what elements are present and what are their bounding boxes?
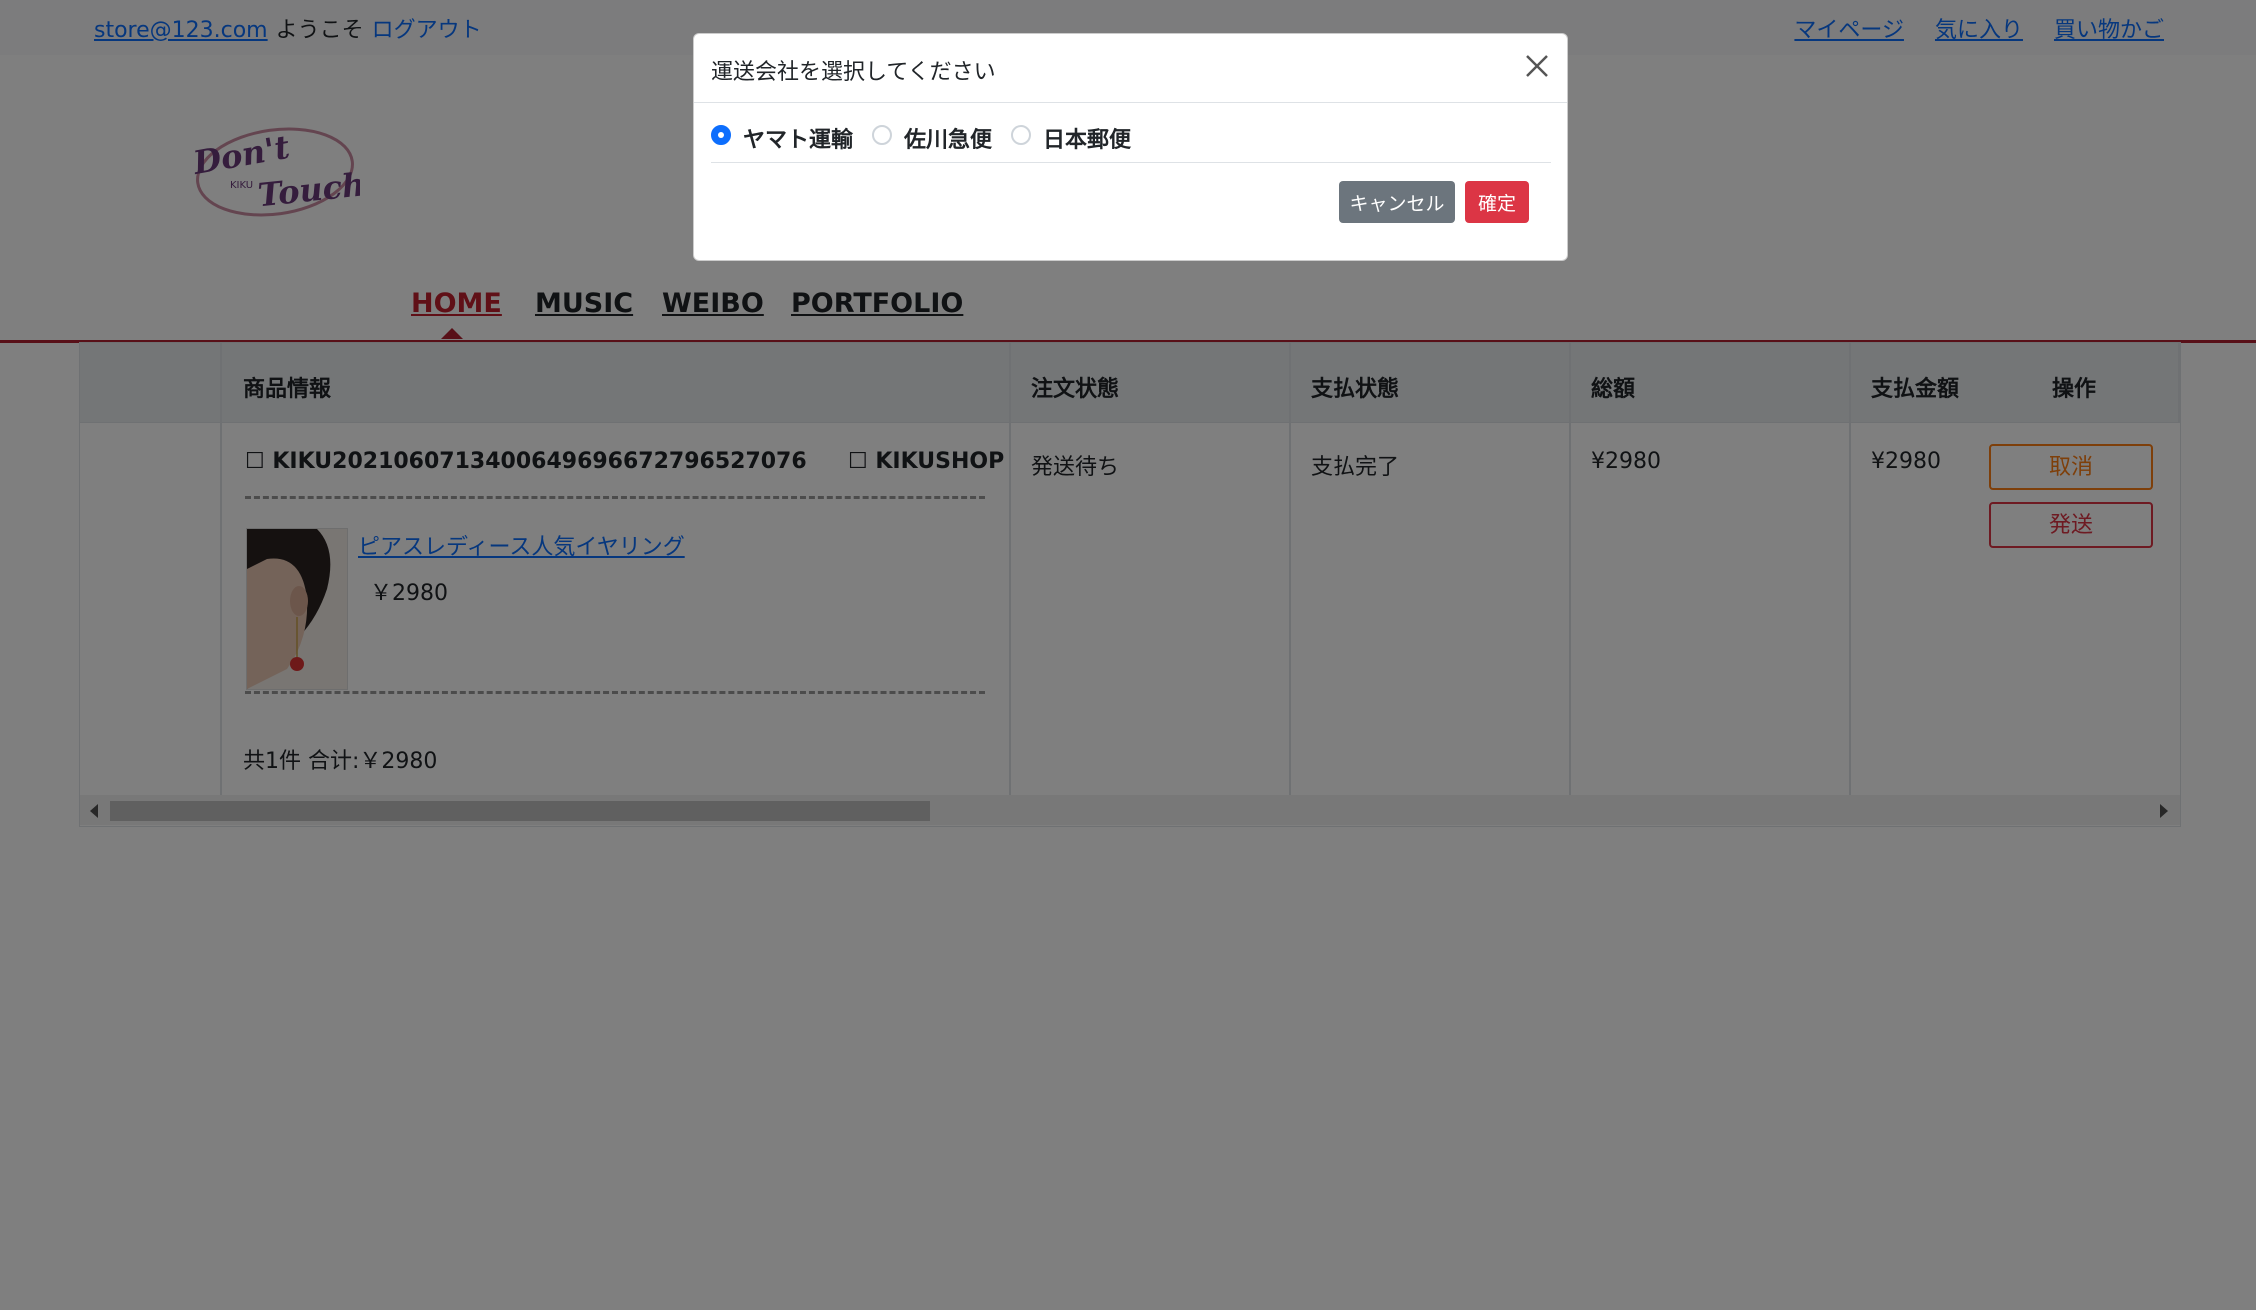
shipping-company-modal: 運送会社を選択してください ヤマト運輸 佐川急便 日本郵便 キャンセル 確定: [693, 33, 1568, 261]
radio-japan-post[interactable]: [1011, 125, 1031, 145]
modal-title: 運送会社を選択してください: [711, 60, 996, 85]
option-label: 日本郵便: [1043, 128, 1132, 153]
modal-confirm-button[interactable]: 確定: [1465, 181, 1529, 223]
option-label: ヤマト運輸: [743, 128, 854, 153]
option-label: 佐川急便: [904, 128, 993, 153]
modal-divider: [711, 162, 1551, 163]
radio-yamato[interactable]: [711, 125, 731, 145]
radio-sagawa[interactable]: [872, 125, 892, 145]
modal-header: 運送会社を選択してください: [694, 34, 1567, 103]
close-icon[interactable]: [1523, 52, 1551, 80]
modal-cancel-button[interactable]: キャンセル: [1339, 181, 1455, 223]
